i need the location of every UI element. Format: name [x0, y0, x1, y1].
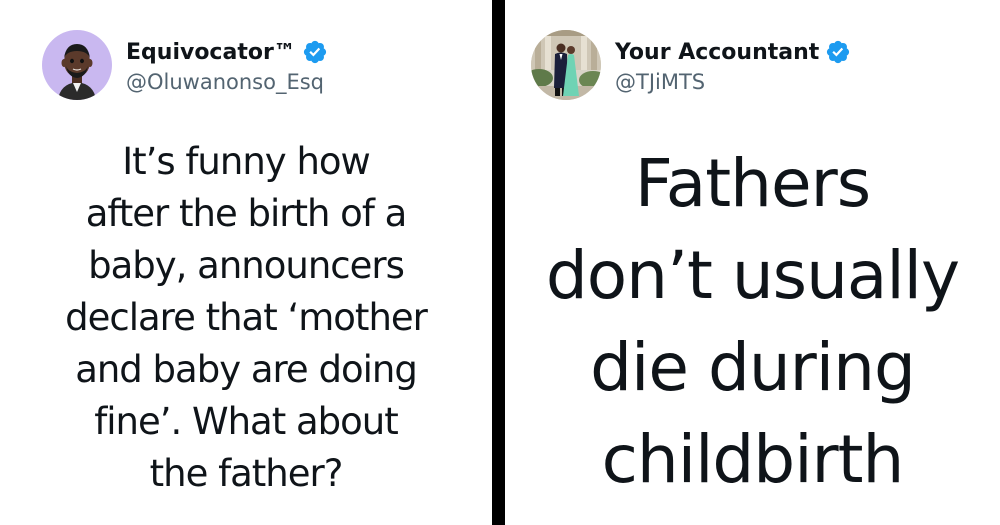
- tweet-line: declare that ‘mother: [65, 296, 428, 339]
- tweet-header: Your Accountant @TJiMTS: [531, 30, 851, 100]
- tweet-line: the father?: [149, 452, 344, 495]
- tweet-line: fine’. What about: [94, 400, 399, 443]
- tweet-line: baby, announcers: [88, 244, 405, 287]
- tweet-line: Fathers: [634, 145, 871, 222]
- tweet-body: It’s funny how after the birth of a baby…: [20, 136, 472, 500]
- tweet-card-right: Your Accountant @TJiMTS Fathers don’t us…: [505, 0, 1000, 525]
- tweet-body: Fathers don’t usually die during childbi…: [515, 138, 990, 506]
- verified-badge-icon: [825, 39, 851, 65]
- tweet-header: Equivocator™ @Oluwanonso_Esq: [42, 30, 328, 100]
- tweet-line: It’s funny how: [122, 140, 371, 183]
- user-handle[interactable]: @Oluwanonso_Esq: [126, 70, 328, 94]
- photo-avatar-icon: [531, 30, 601, 100]
- avatar[interactable]: [42, 30, 112, 100]
- collage: Equivocator™ @Oluwanonso_Esq It’s funny …: [0, 0, 1000, 525]
- tweet-line: childbirth: [601, 421, 905, 498]
- avatar[interactable]: [531, 30, 601, 100]
- tweet-line: die during: [590, 329, 916, 406]
- display-name[interactable]: Equivocator™: [126, 40, 296, 65]
- verified-badge-icon: [302, 39, 328, 65]
- memoji-avatar-icon: [42, 30, 112, 100]
- tweet-line: don’t usually: [545, 237, 960, 314]
- tweet-card-left: Equivocator™ @Oluwanonso_Esq It’s funny …: [0, 0, 492, 525]
- tweet-line: after the birth of a: [85, 192, 408, 235]
- user-handle[interactable]: @TJiMTS: [615, 70, 851, 94]
- tweet-line: and baby are doing: [75, 348, 418, 391]
- display-name[interactable]: Your Accountant: [615, 40, 819, 65]
